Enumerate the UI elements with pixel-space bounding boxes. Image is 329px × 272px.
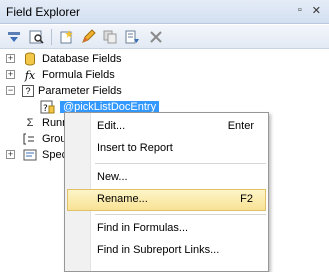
delete-x-icon[interactable] — [148, 29, 164, 45]
new-field-icon[interactable] — [58, 29, 74, 45]
group-name-icon — [22, 131, 38, 147]
close-icon[interactable]: ✕ — [312, 4, 321, 17]
parameter-field-icon: ? — [40, 99, 56, 115]
tree-item-group-name[interactable]: Grou — [22, 131, 66, 147]
menu-item-find-in-formulas[interactable]: Find in Formulas... — [67, 218, 266, 240]
rename-icon[interactable] — [124, 29, 140, 45]
special-fields-icon — [22, 147, 38, 163]
database-icon — [22, 51, 38, 67]
panel-title-bar: Field Explorer ▫ ✕ — [0, 0, 329, 24]
tree-item-running-total[interactable]: Σ Runn — [22, 115, 69, 131]
svg-text:?: ? — [43, 104, 48, 114]
menu-item-new[interactable]: New... — [67, 167, 266, 189]
toolbar — [0, 25, 329, 49]
parameter-icon: ? — [22, 85, 34, 97]
edit-pencil-icon[interactable] — [80, 29, 96, 45]
panel-title: Field Explorer — [6, 5, 81, 19]
menu-separator — [95, 163, 266, 164]
insert-to-report-icon[interactable] — [6, 29, 22, 45]
browse-field-icon[interactable] — [28, 29, 44, 45]
tree-item-database-fields[interactable]: Database Fields — [22, 51, 122, 67]
tree-item-formula-fields[interactable]: fx Formula Fields — [22, 67, 115, 83]
running-total-sigma-icon: Σ — [26, 117, 34, 129]
menu-item-find-in-subreport-links[interactable]: Find in Subreport Links... — [67, 240, 266, 262]
menu-item-rename[interactable]: Rename... F2 — [67, 189, 266, 211]
toolbar-separator — [51, 29, 52, 45]
menu-item-insert-to-report[interactable]: Insert to Report — [67, 138, 266, 160]
tree-item-special-fields[interactable]: Spec — [22, 147, 67, 163]
expand-database-fields[interactable]: + — [6, 54, 15, 63]
pin-icon[interactable]: ▫ — [298, 4, 302, 17]
menu-separator — [95, 214, 266, 215]
collapse-parameter-fields[interactable]: − — [6, 86, 15, 95]
duplicate-icon[interactable] — [102, 29, 118, 45]
menu-item-edit[interactable]: Edit... Enter — [67, 116, 266, 138]
formula-fx-icon: fx — [24, 68, 36, 82]
tree-item-parameter-fields[interactable]: ? Parameter Fields — [22, 83, 122, 99]
expand-special-fields[interactable]: + — [6, 150, 15, 159]
expand-formula-fields[interactable]: + — [6, 70, 15, 79]
context-menu: Edit... Enter Insert to Report New... Re… — [64, 112, 269, 272]
